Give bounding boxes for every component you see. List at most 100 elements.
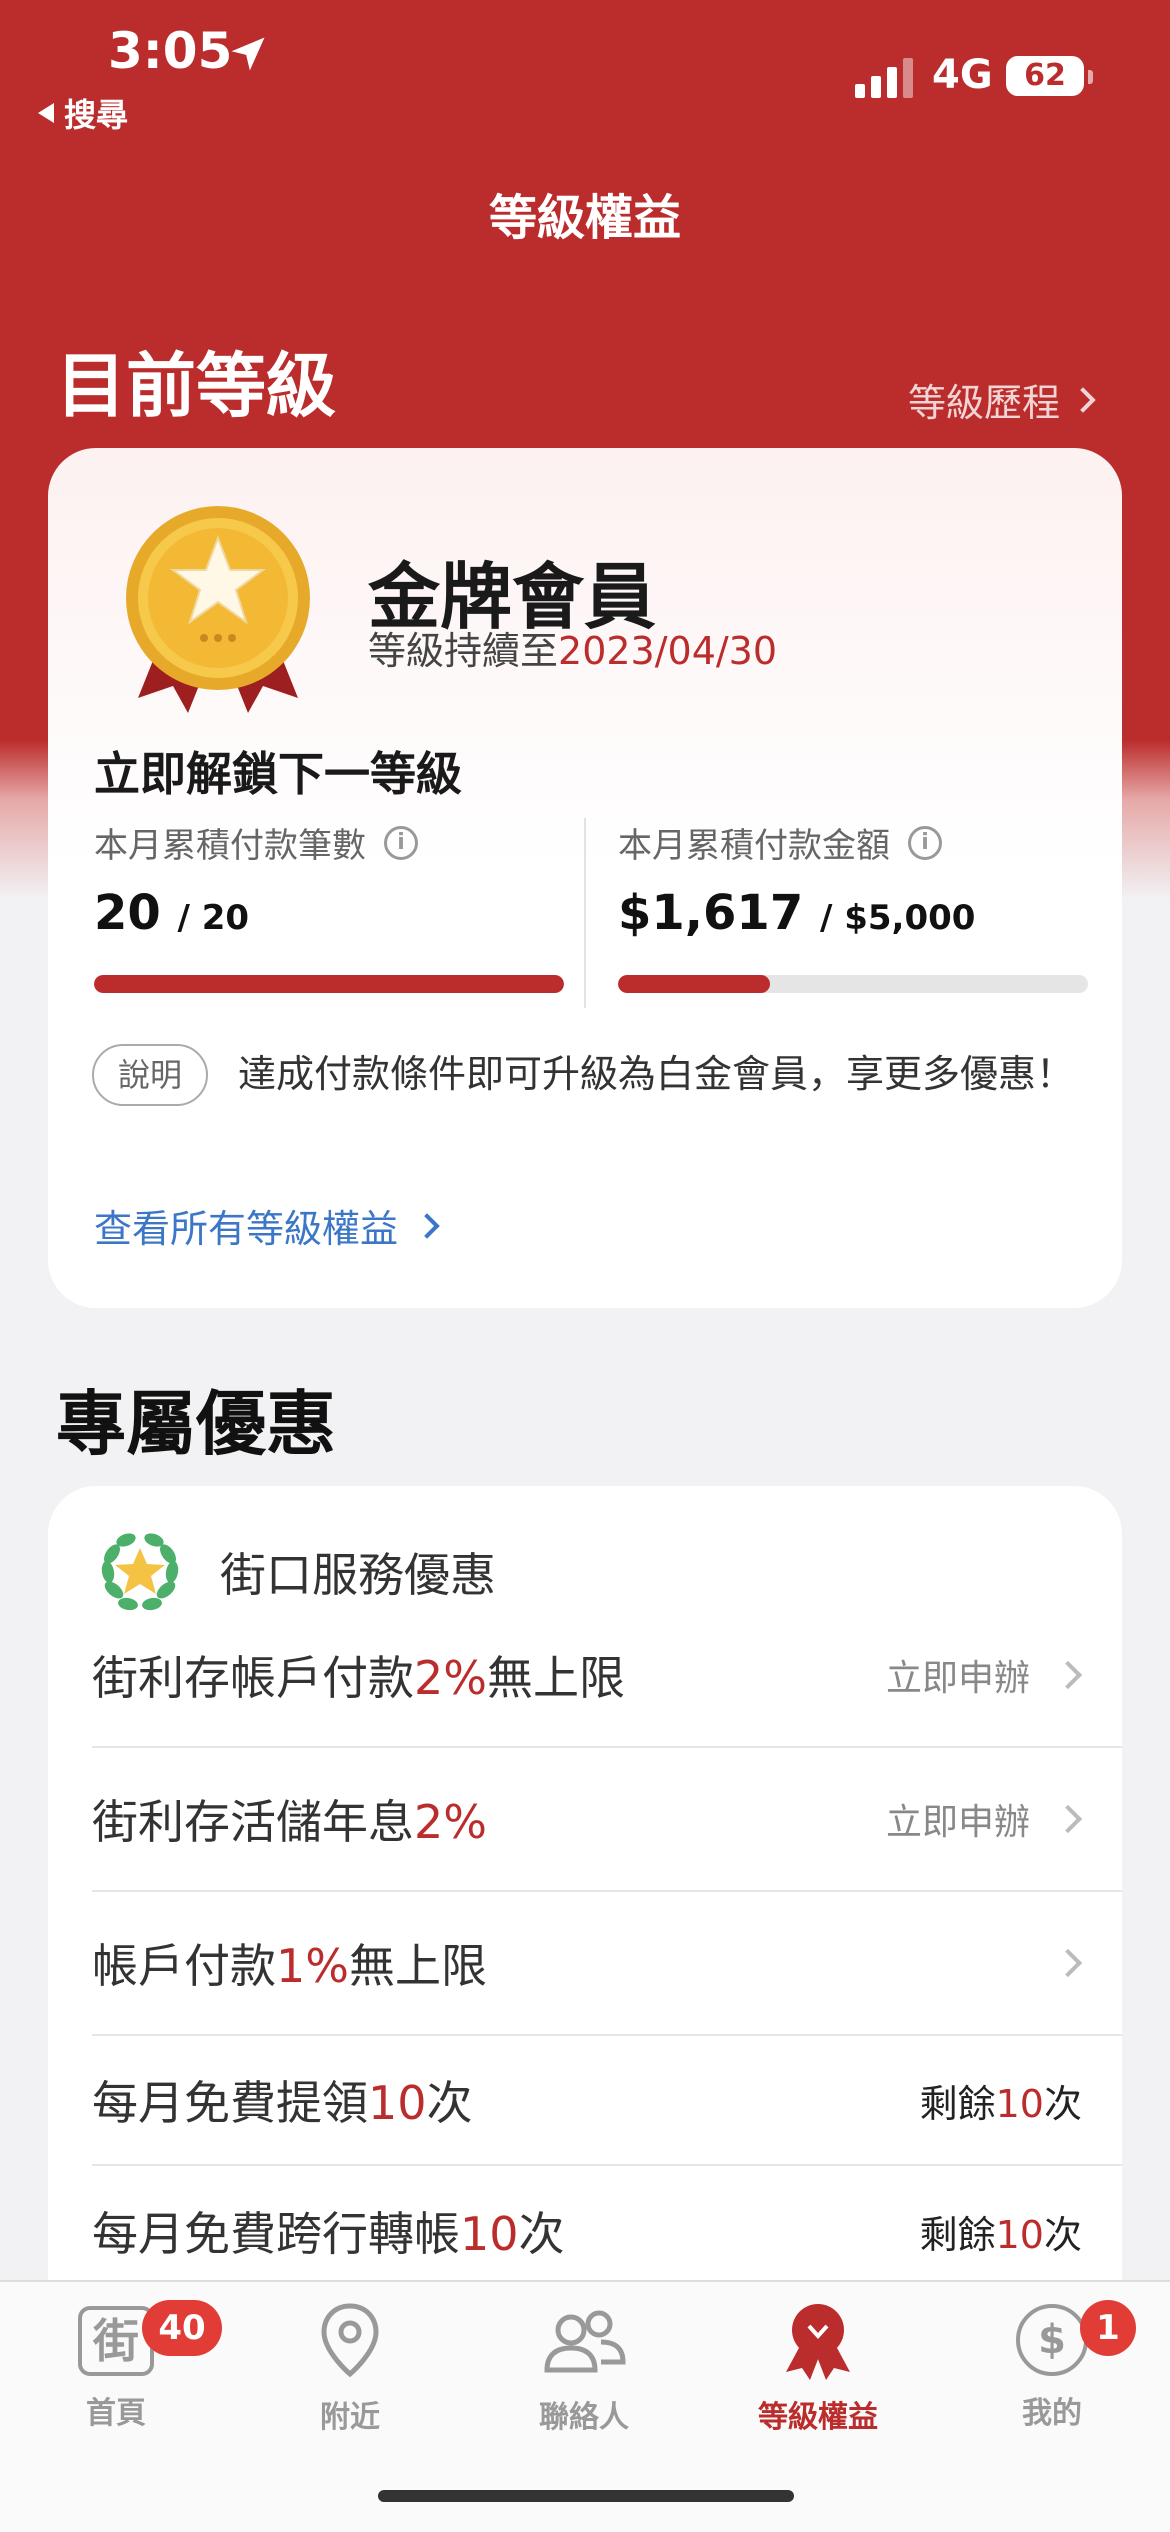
offer-text-suffix: 次 <box>426 2076 473 2130</box>
payment-count-label-row: 本月累積付款筆數 i <box>94 818 564 867</box>
offer-row[interactable]: 街利存活儲年息2% 立即申辦 <box>92 1748 1122 1892</box>
medal-ribbon-icon <box>786 2304 850 2380</box>
apply-now-action[interactable]: 立即申辦 <box>885 1649 1083 1701</box>
contacts-icon <box>544 2310 626 2373</box>
info-icon[interactable]: i <box>384 825 418 860</box>
chevron-right-icon <box>1053 1660 1083 1690</box>
payment-count-goal: / 20 <box>177 898 250 938</box>
remaining-count: 剩餘10次 <box>920 2073 1082 2128</box>
offer-text-main: 每月免費跨行轉帳 <box>92 2207 460 2261</box>
view-all-benefits-link[interactable]: 查看所有等級權益 <box>94 1198 440 1253</box>
payment-amount-value-row: $1,617 / $5,000 <box>618 885 1088 941</box>
offer-text-suffix: 無上限 <box>486 1651 625 1705</box>
apply-now-label: 立即申辦 <box>885 1658 1030 1699</box>
upgrade-explanation-text: 達成付款條件即可升級為白金會員，享更多優惠！ <box>238 1052 1075 1096</box>
payment-count-label: 本月累積付款筆數 <box>94 826 366 866</box>
remaining-label: 剩餘 <box>919 2081 996 2126</box>
level-history-link[interactable]: 等級歷程 <box>907 372 1096 427</box>
exclusive-offers-heading: 專屬優惠 <box>56 1383 336 1465</box>
info-icon[interactable]: i <box>908 825 942 860</box>
payment-amount-value: $1,617 <box>618 885 804 941</box>
offer-row[interactable]: 帳戶付款1%無上限 <box>92 1892 1122 2036</box>
tab-contacts-label: 聯絡人 <box>539 2400 629 2435</box>
chevron-right-icon <box>1053 1948 1083 1978</box>
tab-mine[interactable]: $ 我的 1 <box>952 2300 1152 2432</box>
offer-text-suffix: 無上限 <box>348 1939 487 1993</box>
remaining-value: 10 <box>995 2212 1044 2257</box>
offer-text-main: 街利存帳戶付款 <box>92 1651 414 1705</box>
gold-medal-icon <box>126 506 310 713</box>
back-triangle-icon <box>38 103 54 123</box>
offers-card-title: 街口服務優惠 <box>220 1548 496 1602</box>
page-title: 等級權益 <box>488 190 681 246</box>
offer-text: 街利存活儲年息2% <box>92 1786 487 1852</box>
explanation-pill: 說明 <box>92 1044 209 1106</box>
status-time: 3:05 <box>108 22 233 80</box>
offer-text-suffix: 次 <box>518 2207 565 2261</box>
remaining-value: 10 <box>995 2081 1044 2126</box>
dollar-glyph: $ <box>1016 2304 1088 2376</box>
chevron-right-icon <box>1070 386 1096 413</box>
status-bar: 3:05 搜尋 4G 62 <box>0 0 1170 140</box>
dollar-circle-icon: $ <box>1012 2300 1092 2380</box>
tab-home-label: 首頁 <box>86 2396 146 2431</box>
payment-amount-progress-bar <box>618 975 1088 993</box>
apply-now-action[interactable]: 立即申辦 <box>885 1793 1083 1845</box>
remaining-unit: 次 <box>1043 2081 1082 2126</box>
offer-text-main: 帳戶付款 <box>92 1939 276 1993</box>
tab-nearby-label: 附近 <box>320 2400 380 2435</box>
network-type: 4G <box>932 52 993 98</box>
tier-validity-date: 2023/04/30 <box>558 629 778 673</box>
chevron-right-icon <box>414 1212 440 1239</box>
tier-card: 金牌會員 等級持續至2023/04/30 立即解鎖下一等級 本月累積付款筆數 i… <box>48 448 1122 1308</box>
view-all-benefits-label: 查看所有等級權益 <box>94 1207 399 1251</box>
offer-text-main: 每月免費提領 <box>92 2076 368 2130</box>
offer-row: 每月免費跨行轉帳10次 剩餘10次 <box>92 2166 1122 2296</box>
cellular-signal-icon <box>855 58 913 98</box>
payment-amount-label: 本月累積付款金額 <box>618 826 890 866</box>
home-indicator <box>378 2490 794 2502</box>
back-to-search-button[interactable]: 搜尋 <box>38 90 128 136</box>
payment-amount-metric: 本月累積付款金額 i $1,617 / $5,000 <box>618 818 1088 993</box>
chevron-right-icon <box>1053 1804 1083 1834</box>
unlock-next-level-title: 立即解鎖下一等級 <box>94 747 462 801</box>
offer-text-main: 街利存活儲年息 <box>92 1795 414 1849</box>
back-search-label: 搜尋 <box>64 96 129 134</box>
tab-mine-label: 我的 <box>1022 2396 1082 2431</box>
offer-highlight: 10 <box>460 2207 519 2261</box>
payment-count-value: 20 <box>94 885 161 941</box>
tab-home[interactable]: 街 首頁 40 <box>16 2300 222 2432</box>
remaining-label: 剩餘 <box>919 2212 996 2257</box>
offer-row[interactable]: 街利存帳戶付款2%無上限 立即申辦 <box>92 1604 1122 1748</box>
tab-level-benefits-label: 等級權益 <box>758 2400 878 2435</box>
payment-count-progress-fill <box>94 975 564 993</box>
apply-now-label: 立即申辦 <box>885 1802 1030 1843</box>
remaining-count: 剩餘10次 <box>920 2204 1082 2259</box>
offer-row: 每月免費提領10次 剩餘10次 <box>92 2036 1122 2166</box>
current-level-heading: 目前等級 <box>56 345 336 427</box>
offer-highlight: 1% <box>276 1939 349 1993</box>
payment-count-value-row: 20 / 20 <box>94 885 564 941</box>
payment-count-progress-bar <box>94 975 564 993</box>
home-notification-badge: 40 <box>142 2300 222 2356</box>
location-pin-icon <box>321 2303 379 2378</box>
remaining-unit: 次 <box>1043 2212 1082 2257</box>
metric-divider <box>584 818 586 1008</box>
battery-indicator: 62 <box>1006 56 1084 96</box>
tier-validity-prefix: 等級持續至 <box>368 629 559 673</box>
tab-level-benefits[interactable]: 等級權益 <box>718 2300 918 2436</box>
payment-amount-progress-fill <box>618 975 770 993</box>
tab-contacts[interactable]: 聯絡人 <box>484 2300 684 2436</box>
level-history-label: 等級歷程 <box>907 381 1060 425</box>
offer-highlight: 10 <box>368 2076 427 2130</box>
tab-nearby[interactable]: 附近 <box>250 2300 450 2436</box>
offer-text: 每月免費跨行轉帳10次 <box>92 2198 565 2264</box>
offer-action[interactable] <box>1030 1948 1083 1978</box>
payment-count-metric: 本月累積付款筆數 i 20 / 20 <box>94 818 564 993</box>
payment-amount-goal: / $5,000 <box>819 898 976 938</box>
offer-text: 每月免費提領10次 <box>92 2067 473 2133</box>
tier-validity: 等級持續至2023/04/30 <box>368 620 777 675</box>
offer-highlight: 2% <box>414 1651 487 1705</box>
offer-text: 帳戶付款1%無上限 <box>92 1930 487 1996</box>
home-glyph: 街 <box>78 2306 154 2376</box>
